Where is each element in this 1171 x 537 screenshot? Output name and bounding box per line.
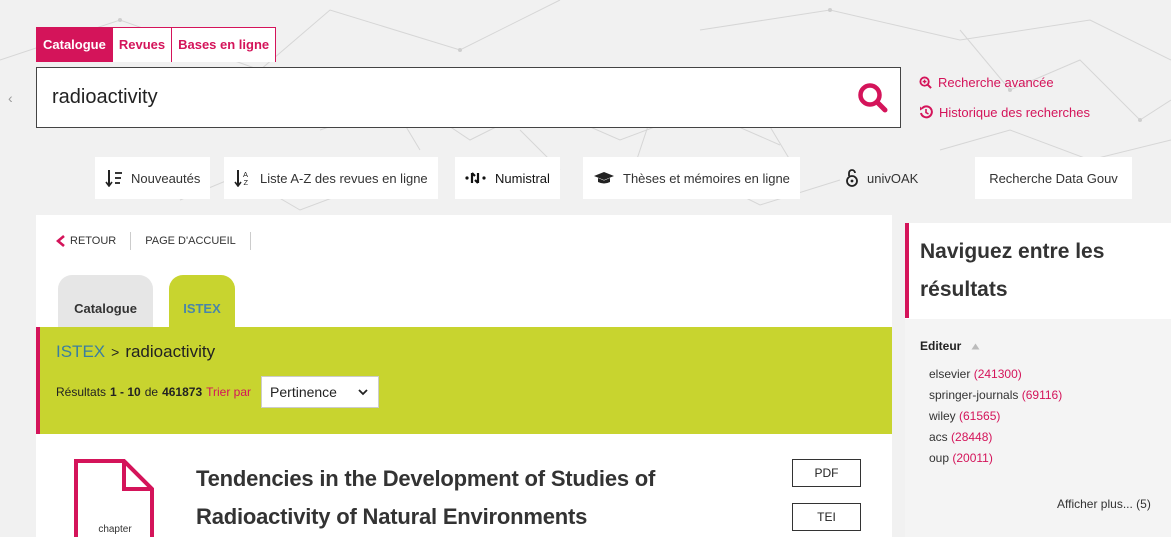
caret-up-icon <box>971 343 980 349</box>
show-more-link[interactable]: Afficher plus... (5) <box>1057 497 1151 511</box>
search-side-links: Recherche avancée Historique des recherc… <box>919 72 1090 132</box>
facet-toggle[interactable]: Editeur <box>920 339 980 353</box>
history-icon <box>920 105 933 119</box>
open-access-icon <box>846 169 858 187</box>
back-label: RETOUR <box>70 235 117 247</box>
facet-item-count: (28448) <box>951 430 993 444</box>
results-summary: Résultats 1 - 10 de 461873 Trier par Per… <box>56 376 380 408</box>
sort-label: Trier par <box>206 385 252 399</box>
quick-nav-label: Numistral <box>495 170 550 186</box>
breadcrumb-divider <box>249 232 251 250</box>
search-box <box>36 67 901 128</box>
facet-item-count: (69116) <box>1021 388 1063 402</box>
sort-list-icon <box>105 170 122 187</box>
search-history-label: Historique des recherches <box>939 104 1091 120</box>
facet-item-name: elsevier <box>929 367 971 381</box>
pdf-button[interactable]: PDF <box>792 459 861 487</box>
facet-editeur: Editeur elsevier (241300) springer-journ… <box>905 319 1171 537</box>
quick-nav-numistral[interactable]: Numistral <box>455 157 560 199</box>
facets-panel-title: Naviguez entre les résultats <box>905 223 1171 318</box>
source-link[interactable]: ISTEX <box>56 342 105 362</box>
facet-item-name: wiley <box>929 409 956 423</box>
quick-nav-data-gouv[interactable]: Recherche Data Gouv <box>975 157 1132 199</box>
result-title-link[interactable]: Tendencies in the Development of Studies… <box>196 460 756 536</box>
advanced-search-link[interactable]: Recherche avancée <box>919 72 1090 92</box>
results-total: 461873 <box>162 385 203 399</box>
quick-nav-univoak[interactable]: univOAK <box>835 157 928 199</box>
search-button[interactable] <box>856 81 890 115</box>
facet-item[interactable]: acs (28448) <box>929 430 1062 451</box>
facet-item-count: (241300) <box>973 367 1022 381</box>
home-link[interactable]: PAGE D'ACCUEIL <box>145 235 236 247</box>
sort-alpha-icon: A Z <box>234 170 249 187</box>
chevron-down-icon <box>358 389 368 396</box>
breadcrumb-separator: > <box>111 344 120 360</box>
query-label: radioactivity <box>125 342 216 361</box>
chevron-left-icon <box>56 235 65 247</box>
quick-nav-label: Thèses et mémoires en ligne <box>623 170 790 186</box>
results-breadcrumb: ISTEX > radioactivity <box>56 342 215 362</box>
zoom-in-icon <box>919 75 932 89</box>
quick-nav-az-list[interactable]: A Z Liste A-Z des revues en ligne <box>224 157 438 199</box>
facet-item-count: (20011) <box>952 451 993 465</box>
facet-item-name: oup <box>929 451 950 465</box>
facet-item-count: (61565) <box>959 409 1001 423</box>
facet-item-name: acs <box>929 430 948 444</box>
facet-list: elsevier (241300) springer-journals (691… <box>929 367 1062 472</box>
back-link[interactable]: RETOUR <box>56 235 116 247</box>
document-type-label: chapter <box>98 524 132 535</box>
search-tab-catalogue[interactable]: Catalogue <box>37 28 113 62</box>
quick-nav-theses[interactable]: Thèses et mémoires en ligne <box>583 157 800 199</box>
facet-item-name: springer-journals <box>929 388 1019 402</box>
breadcrumb-divider <box>130 232 132 250</box>
facet-item[interactable]: elsevier (241300) <box>929 367 1062 388</box>
results-range: 1 - 10 <box>110 385 141 399</box>
facet-item[interactable]: oup (20011) <box>929 451 1062 472</box>
quick-nav-nouveautes[interactable]: Nouveautés <box>95 157 211 199</box>
facets-panel: Naviguez entre les résultats Editeur els… <box>905 223 1171 537</box>
quick-nav-label: univOAK <box>867 170 919 186</box>
search-tabs: Catalogue Revues Bases en ligne <box>36 27 277 62</box>
search-history-link[interactable]: Historique des recherches <box>919 102 1090 122</box>
advanced-search-label: Recherche avancée <box>938 74 1054 90</box>
results-header: ISTEX > radioactivity Résultats 1 - 10 d… <box>36 327 892 434</box>
search-input[interactable] <box>37 68 837 127</box>
result-item: chapter Tendencies in the Development of… <box>36 434 892 537</box>
carousel-prev-icon[interactable]: ‹ <box>8 90 13 106</box>
breadcrumb: RETOUR PAGE D'ACCUEIL <box>56 232 265 250</box>
sort-select[interactable]: Pertinence <box>261 376 380 408</box>
search-tab-revues[interactable]: Revues <box>113 28 173 62</box>
tab-catalogue[interactable]: Catalogue <box>58 275 153 329</box>
numistral-logo-icon <box>465 172 486 184</box>
quick-nav-label: Nouveautés <box>131 170 201 186</box>
sort-value: Pertinence <box>270 384 337 400</box>
tei-button[interactable]: TEI <box>792 503 861 531</box>
svg-text:Z: Z <box>244 178 249 187</box>
facet-item[interactable]: wiley (61565) <box>929 409 1062 430</box>
facet-item[interactable]: springer-journals (69116) <box>929 388 1062 409</box>
tab-istex[interactable]: ISTEX <box>169 275 235 329</box>
search-tab-bases-en-ligne[interactable]: Bases en ligne <box>172 28 275 62</box>
search-icon <box>858 83 888 113</box>
graduation-cap-icon <box>594 172 614 184</box>
results-prefix: Résultats <box>56 385 107 399</box>
results-de: de <box>144 385 159 399</box>
quick-nav: Nouveautés A Z Liste A-Z des revues en l… <box>0 157 1171 199</box>
main-panel: RETOUR PAGE D'ACCUEIL Catalogue ISTEX IS… <box>36 215 892 537</box>
quick-nav-label: Liste A-Z des revues en ligne <box>260 170 428 186</box>
quick-nav-label: Recherche Data Gouv <box>989 170 1118 186</box>
facet-title: Editeur <box>920 339 962 353</box>
